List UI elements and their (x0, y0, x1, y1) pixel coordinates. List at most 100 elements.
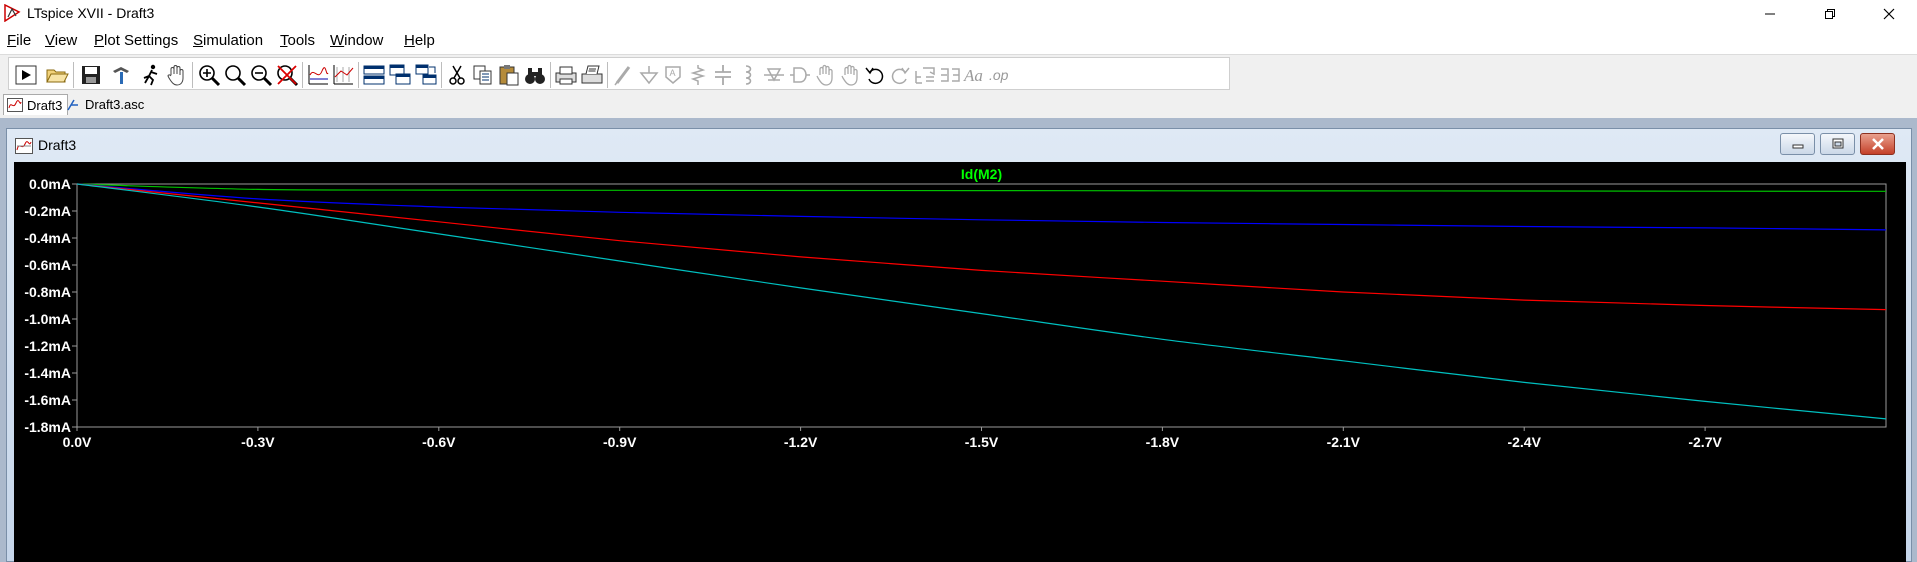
redo-icon[interactable] (888, 63, 912, 87)
undo-icon[interactable] (863, 63, 887, 87)
autorange-icon[interactable] (306, 63, 330, 87)
plot-close-button[interactable] (1860, 133, 1895, 155)
text-icon[interactable]: Aa (963, 63, 987, 87)
menu-simulation-key: S (193, 32, 204, 49)
y-tick-label: -1.8mA (24, 419, 71, 435)
plot-restore-button[interactable] (1820, 133, 1855, 155)
toolbar-separator (607, 62, 608, 88)
y-tick-label: -1.4mA (24, 365, 71, 381)
restore-button[interactable] (1807, 0, 1853, 28)
menu-file-key: F (7, 32, 17, 49)
toolbar-strip: A Aa .op (8, 57, 1230, 90)
close-button[interactable] (1866, 0, 1912, 28)
spice-directive-icon[interactable]: .op (988, 63, 1012, 87)
zoom-out-icon[interactable] (249, 63, 273, 87)
waveform-plot[interactable]: Id(M2) 0.0mA -0.2mA -0.4mA -0.6mA -0.8mA -1.0… (14, 162, 1906, 562)
tab-draft3[interactable]: Draft3 (3, 94, 69, 115)
y-tick-label: -0.8mA (24, 284, 71, 300)
menu-window-key: W (330, 32, 345, 49)
copy-icon[interactable] (471, 63, 495, 87)
svg-text:Aa: Aa (963, 66, 983, 85)
menu-file-rest: ile (16, 32, 32, 49)
print-setup-icon[interactable] (580, 63, 604, 87)
plot-canvas[interactable]: Id(M2) 0.0mA -0.2mA -0.4mA -0.6mA -0.8mA -1.0… (14, 162, 1906, 562)
toolbar: A Aa .op (0, 54, 1917, 94)
tab-draft3-asc[interactable]: Draft3.asc (62, 94, 149, 115)
cut-icon[interactable] (445, 63, 469, 87)
trace-line-2[interactable] (76, 183, 1887, 311)
plot-window-title: Draft3 (38, 137, 77, 153)
move-icon[interactable] (813, 63, 837, 87)
run-icon[interactable] (14, 63, 38, 87)
tab-label: Draft3 (27, 97, 63, 113)
toolbar-separator (192, 62, 193, 88)
component-icon[interactable] (788, 63, 812, 87)
traces (76, 183, 1887, 420)
menu-help-rest: elp (414, 32, 435, 49)
find-icon[interactable] (523, 63, 547, 87)
menu-simulation[interactable]: Simulation (193, 32, 263, 49)
x-tick-label: -0.6V (422, 434, 456, 450)
inductor-icon[interactable] (736, 63, 760, 87)
menu-plot-settings[interactable]: Plot Settings (94, 32, 178, 49)
open-icon[interactable] (45, 63, 69, 87)
paste-icon[interactable] (497, 63, 521, 87)
menu-view[interactable]: View (45, 32, 77, 49)
tile-horizontal-icon[interactable] (362, 63, 386, 87)
menu-file[interactable]: File (7, 32, 31, 49)
toolbar-separator (550, 62, 551, 88)
drag-icon[interactable] (838, 63, 862, 87)
minimize-icon (1765, 13, 1775, 15)
menu-tools[interactable]: Tools (280, 32, 315, 49)
schematic-icon (67, 99, 78, 110)
halt-icon[interactable] (139, 63, 163, 87)
y-tick-label: -1.2mA (24, 338, 71, 354)
restore-icon (1825, 9, 1835, 19)
cascade-icon[interactable] (388, 63, 412, 87)
toolbar-separator (302, 62, 303, 88)
y-tick-label: -1.6mA (24, 392, 71, 408)
control-panel-icon[interactable] (109, 63, 133, 87)
menu-plot-settings-rest: lot Settings (104, 32, 179, 49)
label-net-icon[interactable]: A (661, 63, 685, 87)
restore-icon (1832, 138, 1843, 149)
menu-help[interactable]: Help (404, 32, 435, 49)
print-icon[interactable] (554, 63, 578, 87)
menu-tools-key: T (280, 32, 288, 49)
minimize-button[interactable] (1747, 0, 1793, 28)
capacitor-icon[interactable] (711, 63, 735, 87)
pan-icon[interactable] (164, 63, 188, 87)
pick-visible-traces-icon[interactable] (331, 63, 355, 87)
save-icon[interactable] (79, 63, 103, 87)
diode-icon[interactable] (762, 63, 786, 87)
tab-label: Draft3.asc (85, 97, 145, 112)
y-tick-label: -0.6mA (24, 257, 71, 273)
tile-vertical-icon[interactable] (414, 63, 438, 87)
zoom-area-icon[interactable] (223, 63, 247, 87)
title-bar: LTspice XVII - Draft3 (0, 0, 1917, 28)
rotate-icon[interactable] (913, 63, 937, 87)
x-tick-label: -2.7V (1688, 434, 1722, 450)
draw-wire-icon[interactable] (611, 63, 635, 87)
trace-label-id-m2[interactable]: Id(M2) (961, 166, 1002, 182)
waveform-icon (7, 98, 23, 112)
menu-tools-rest: ools (287, 32, 316, 49)
plot-minimize-button[interactable] (1780, 133, 1815, 155)
zoom-cancel-icon[interactable] (275, 63, 299, 87)
svg-text:.op: .op (989, 67, 1009, 83)
close-icon (1871, 138, 1884, 150)
resistor-icon[interactable] (686, 63, 710, 87)
trace-line-0[interactable] (76, 183, 1887, 192)
x-tick-label: -0.3V (241, 434, 275, 450)
ground-icon[interactable] (637, 63, 661, 87)
mirror-icon[interactable] (938, 63, 962, 87)
menu-simulation-rest: imulation (203, 32, 264, 49)
y-tick-label: -0.2mA (24, 203, 71, 219)
menu-window[interactable]: Window (330, 32, 383, 49)
zoom-in-icon[interactable] (197, 63, 221, 87)
menu-bar: File View Plot Settings Simulation Tools… (0, 28, 1917, 54)
menu-plot-settings-key: P (94, 32, 105, 49)
menu-view-rest: iew (54, 32, 78, 49)
x-tick-label: 0.0V (63, 434, 92, 450)
y-tick-label: -1.0mA (24, 311, 71, 327)
